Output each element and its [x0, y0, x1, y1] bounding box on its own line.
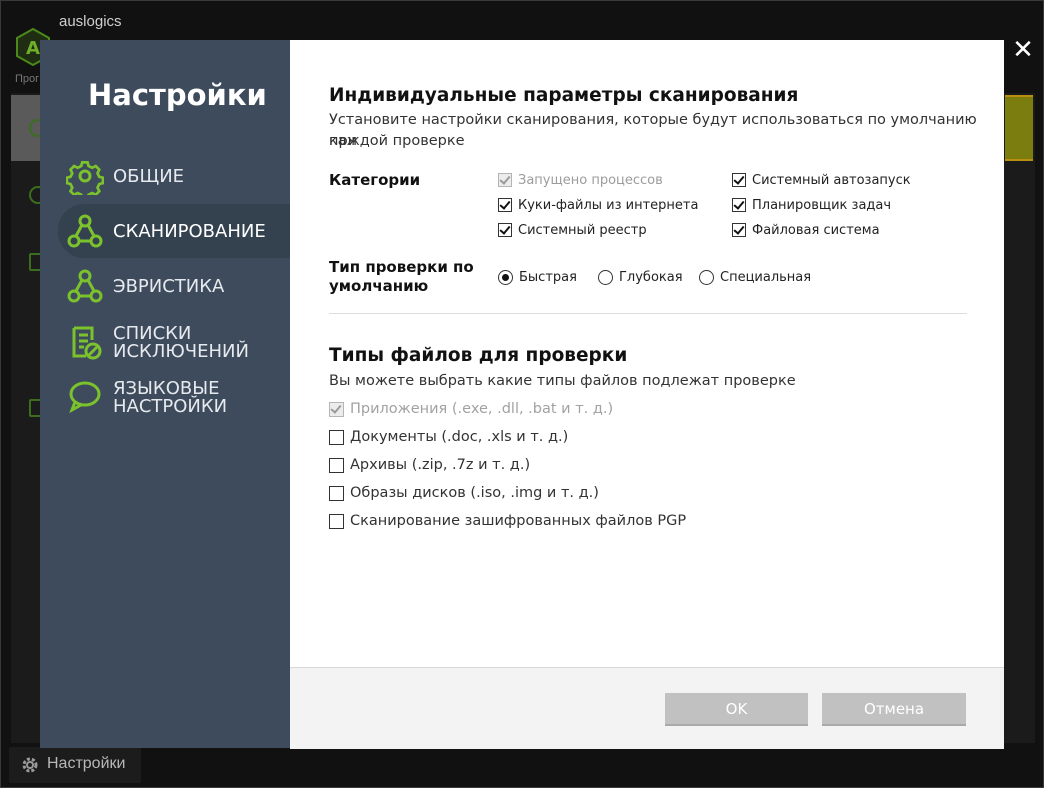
sidebar-item-scanning[interactable]: СКАНИРОВАНИЕ [58, 204, 290, 258]
radio-label: Глубокая [619, 269, 683, 285]
checkbox-box[interactable] [498, 223, 512, 237]
checkbox-label: Куки-файлы из интернета [518, 197, 699, 213]
category-registry-checkbox[interactable]: Системный реестр [498, 221, 647, 239]
checkbox-label: Образы дисков (.iso, .img и т. д.) [350, 485, 599, 501]
app-subtitle: Прог [15, 73, 40, 85]
checkbox-box[interactable] [329, 401, 344, 417]
sidebar-item-label: СКАНИРОВАНИЕ [113, 221, 266, 242]
categories-label: Категории [329, 171, 421, 189]
heuristics-nodes-icon [67, 269, 103, 303]
scan-type-quick-radio[interactable]: Быстрая [498, 268, 577, 286]
checkbox-box[interactable] [732, 198, 746, 212]
sidebar-item-label: СПИСКИ [113, 323, 192, 344]
cancel-button[interactable]: Отмена [822, 693, 966, 726]
scan-type-deep-radio[interactable]: Глубокая [598, 268, 683, 286]
checkbox-label: Системный реестр [518, 222, 647, 238]
checkbox-box[interactable] [498, 173, 512, 187]
checkbox-box[interactable] [329, 485, 344, 501]
exclusion-list-icon [72, 326, 102, 360]
radio-circle[interactable] [598, 269, 613, 285]
file-type-applications-checkbox[interactable]: Приложения (.exe, .dll, .bat и т. д.) [329, 400, 613, 418]
radio-label: Специальная [720, 269, 812, 285]
svg-text:A: A [26, 38, 40, 59]
sidebar-item-label: ЯЗЫКОВЫЕ [113, 378, 220, 399]
section-divider [329, 313, 967, 314]
sidebar-item-label: ИСКЛЮЧЕНИЙ [113, 341, 249, 362]
settings-dialog: Настройки ОБЩИЕ СКАНИРОВАНИЕ ЭВРИСТИКА С… [40, 40, 1004, 749]
gear-icon [22, 757, 38, 773]
scan-type-label: умолчанию [329, 277, 429, 295]
radio-circle[interactable] [498, 269, 513, 285]
file-type-documents-checkbox[interactable]: Документы (.doc, .xls и т. д.) [329, 428, 568, 446]
radio-circle[interactable] [699, 269, 714, 285]
speech-bubble-icon [69, 381, 101, 414]
settings-button-label: Настройки [47, 755, 126, 772]
dialog-footer: OK Отмена [290, 667, 1004, 749]
category-scheduler-checkbox[interactable]: Планировщик задач [732, 196, 891, 214]
checkbox-box[interactable] [498, 198, 512, 212]
file-type-pgp-checkbox[interactable]: Сканирование зашифрованных файлов PGP [329, 512, 686, 530]
background-green-strip [1005, 97, 1033, 159]
category-cookies-checkbox[interactable]: Куки-файлы из интернета [498, 196, 698, 214]
file-type-disk-images-checkbox[interactable]: Образы дисков (.iso, .img и т. д.) [329, 484, 599, 502]
checkbox-box[interactable] [329, 513, 344, 529]
file-types-heading: Типы файлов для проверки [329, 345, 628, 366]
category-running-processes-checkbox[interactable]: Запущено процессов [498, 171, 663, 189]
sidebar-item-heuristics[interactable]: ЭВРИСТИКА [58, 259, 290, 313]
checkbox-label: Запущено процессов [518, 172, 663, 188]
sidebar-item-general[interactable]: ОБЩИЕ [58, 149, 290, 203]
checkbox-label: Сканирование зашифрованных файлов PGP [350, 513, 687, 529]
file-types-description: Вы можете выбрать какие типы файлов подл… [329, 373, 796, 389]
checkbox-box[interactable] [329, 429, 344, 445]
checkbox-label: Планировщик задач [752, 197, 892, 213]
radio-label: Быстрая [519, 269, 577, 285]
checkbox-label: Файловая система [752, 222, 880, 238]
scan-nodes-icon [67, 214, 103, 248]
ok-button[interactable]: OK [665, 693, 808, 726]
sidebar-item-label: ЭВРИСТИКА [113, 276, 225, 297]
brand-name: auslogics [59, 13, 122, 30]
checkbox-label: Системный автозапуск [752, 172, 911, 188]
scan-params-heading: Индивидуальные параметры сканирования [329, 85, 799, 106]
settings-content: Индивидуальные параметры сканирования Ус… [290, 40, 1004, 667]
sidebar-item-exclusions[interactable]: СПИСКИ ИСКЛЮЧЕНИЙ [58, 314, 290, 368]
close-icon[interactable]: ✕ [1010, 37, 1036, 63]
checkbox-label: Документы (.doc, .xls и т. д.) [350, 429, 569, 445]
sidebar-item-language[interactable]: ЯЗЫКОВЫЕ НАСТРОЙКИ [58, 369, 290, 423]
sidebar-item-label: ОБЩИЕ [113, 166, 185, 187]
file-type-archives-checkbox[interactable]: Архивы (.zip, .7z и т. д.) [329, 456, 530, 474]
checkbox-label: Архивы (.zip, .7z и т. д.) [350, 457, 531, 473]
scan-type-label: Тип проверки по [329, 258, 474, 276]
settings-sidebar: Настройки ОБЩИЕ СКАНИРОВАНИЕ ЭВРИСТИКА С… [40, 40, 290, 748]
checkbox-box[interactable] [329, 457, 344, 473]
category-autostart-checkbox[interactable]: Системный автозапуск [732, 171, 911, 189]
gear-icon [66, 161, 104, 195]
sidebar-title: Настройки [88, 78, 267, 112]
checkbox-box[interactable] [732, 223, 746, 237]
scan-params-description: каждой проверке [329, 133, 465, 149]
category-filesystem-checkbox[interactable]: Файловая система [732, 221, 880, 239]
sidebar-item-label: НАСТРОЙКИ [113, 396, 228, 417]
checkbox-box[interactable] [732, 173, 746, 187]
scan-type-custom-radio[interactable]: Специальная [699, 268, 811, 286]
checkbox-label: Приложения (.exe, .dll, .bat и т. д.) [350, 401, 614, 417]
